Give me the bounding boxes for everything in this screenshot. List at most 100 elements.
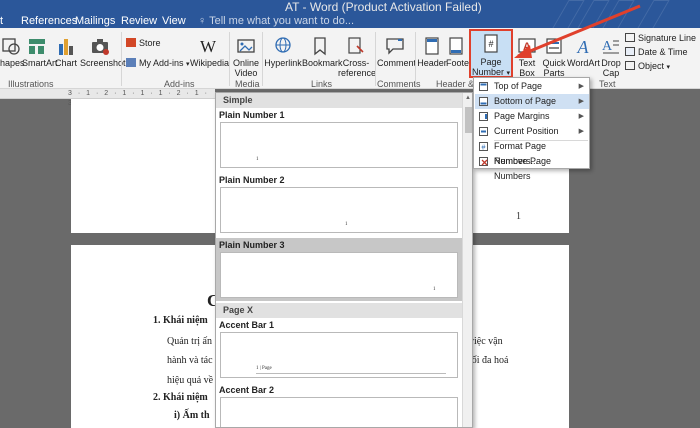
text-box-icon: A	[518, 38, 536, 53]
remove-page-numbers-icon	[479, 157, 488, 166]
signature-line-button[interactable]: Signature Line	[625, 33, 696, 44]
signature-line-label: Signature Line	[638, 33, 697, 43]
quick-parts-label-line1: Quick	[542, 58, 566, 68]
tell-me-box[interactable]: ♀ Tell me what you want to do...	[198, 15, 354, 28]
footer-button[interactable]: Foote	[446, 36, 470, 68]
comment-label: Comment	[377, 58, 417, 68]
store-label: Store	[139, 38, 161, 48]
tab-view[interactable]: View	[162, 15, 186, 28]
bottom-of-page-icon	[479, 97, 488, 106]
smartart-icon	[29, 39, 45, 54]
wordart-button[interactable]: A WordArt	[567, 36, 600, 68]
screenshot-button[interactable]: Screenshot	[80, 36, 126, 68]
gallery-section-header: Page X	[216, 303, 462, 318]
tab-mailings[interactable]: Mailings	[75, 15, 115, 28]
menu-item-page-margins[interactable]: Page Margins ▶	[475, 109, 589, 124]
hyperlink-label: Hyperlink	[264, 58, 302, 68]
menu-item-top-of-page[interactable]: Top of Page ▶	[475, 79, 589, 94]
online-video-icon	[237, 39, 255, 53]
camera-icon	[92, 39, 109, 55]
drop-cap-icon: A	[602, 39, 619, 54]
group-label-comments: Comments	[377, 79, 421, 89]
gallery-item-label: Plain Number 3	[219, 240, 285, 250]
submenu-arrow-icon: ▶	[578, 113, 584, 120]
gallery-scrollbar[interactable]: ▲	[462, 93, 472, 427]
top-of-page-icon	[479, 82, 488, 91]
header-button[interactable]: Header	[417, 36, 447, 68]
text-box-button[interactable]: A Text Box	[514, 36, 540, 78]
menu-item-label: Bottom of Page	[494, 96, 557, 106]
quick-parts-icon	[546, 38, 562, 54]
scrollbar-thumb[interactable]	[465, 107, 472, 133]
globe-link-icon	[275, 37, 291, 53]
date-time-button[interactable]: Date & Time	[625, 47, 688, 58]
tab-layout[interactable]: t	[0, 15, 3, 28]
footer-icon	[449, 37, 463, 55]
svg-text:W: W	[200, 37, 217, 56]
gallery-item-accent-bar-2[interactable]: Accent Bar 2	[216, 383, 462, 427]
object-button[interactable]: Object ▾	[625, 61, 670, 73]
wikipedia-button[interactable]: W Wikipedia	[190, 36, 230, 68]
shapes-icon	[2, 38, 20, 55]
doc-line-right: tối đa hoá	[469, 355, 509, 366]
bookmark-button[interactable]: Bookmark	[302, 36, 343, 68]
group-separator	[375, 32, 376, 86]
tell-me-placeholder: Tell me what you want to do...	[209, 15, 355, 27]
menu-item-current-position[interactable]: Current Position ▶	[475, 124, 589, 139]
lightbulb-icon: ♀	[198, 15, 207, 27]
gallery-item-thumbnail: 1 | Page	[220, 332, 458, 378]
gallery-item-label: Accent Bar 1	[219, 320, 275, 330]
header-label: Header	[417, 58, 447, 68]
wikipedia-label: Wikipedia	[190, 58, 230, 68]
doc-line: Quản trị ấn	[167, 336, 212, 347]
smartart-button[interactable]: SmartArt	[22, 36, 58, 68]
cross-reference-icon	[348, 37, 364, 54]
gallery-item-plain-number-2[interactable]: Plain Number 2 1	[216, 173, 462, 236]
hyperlink-button[interactable]: Hyperlink	[264, 36, 302, 68]
menu-item-bottom-of-page[interactable]: Bottom of Page ▶	[475, 94, 589, 109]
page-number-button[interactable]: # Page Number ▾	[471, 33, 511, 79]
doc-line: hiệu quả về	[167, 375, 214, 386]
page-number-menu: Top of Page ▶ Bottom of Page ▶ Page Marg…	[473, 77, 590, 181]
online-video-button[interactable]: Online Video	[231, 36, 261, 78]
gallery-item-accent-bar-1[interactable]: Accent Bar 1 1 | Page	[216, 318, 462, 381]
my-addins-icon	[126, 58, 136, 67]
tab-review[interactable]: Review	[121, 15, 157, 28]
chart-button[interactable]: Chart	[54, 36, 78, 68]
submenu-arrow-icon: ▶	[578, 98, 584, 105]
store-button[interactable]: Store	[126, 38, 161, 49]
thumbnail-page-number: 1	[345, 222, 348, 227]
tab-references[interactable]: References	[21, 15, 77, 28]
thumbnail-page-number: 1 | Page	[256, 366, 272, 371]
comment-button[interactable]: Comment	[377, 36, 417, 68]
footer-label: Foote	[446, 58, 470, 68]
menu-item-label: Current Position	[494, 126, 559, 136]
doc-line: i) Ấm th	[174, 410, 210, 421]
page-number-icon: #	[484, 34, 498, 53]
page-number-gallery: Simple Plain Number 1 1 Plain Number 2 1…	[215, 92, 473, 428]
gallery-item-plain-number-3[interactable]: Plain Number 3 1	[216, 238, 462, 301]
group-label-media: Media	[235, 79, 260, 89]
current-position-icon	[479, 127, 488, 136]
svg-text:#: #	[482, 145, 486, 152]
shapes-button[interactable]: hapes	[0, 36, 25, 68]
comment-icon	[386, 38, 404, 55]
drop-cap-button[interactable]: A Drop Cap	[599, 36, 623, 78]
menu-item-label: Page Margins	[494, 111, 550, 121]
svg-text:#: #	[488, 39, 493, 49]
quick-parts-button[interactable]: Quick Parts	[540, 36, 568, 78]
scroll-up-arrow-icon[interactable]: ▲	[465, 95, 471, 101]
menu-item-format-page-numbers[interactable]: # Format Page Numbers...	[475, 139, 589, 166]
group-separator	[415, 32, 416, 86]
drop-cap-label-line1: Drop	[601, 58, 621, 68]
menu-item-remove-page-numbers[interactable]: Remove Page Numbers	[475, 154, 589, 181]
title-decoration	[636, 0, 670, 30]
gallery-item-label: Plain Number 2	[219, 175, 285, 185]
my-addins-button[interactable]: My Add-ins ▾	[126, 58, 190, 70]
doc-line: 2. Khái niệm	[153, 392, 208, 403]
cross-reference-button[interactable]: Cross- reference	[338, 36, 376, 78]
my-addins-label: My Add-ins	[139, 58, 184, 68]
gallery-item-thumbnail: 1	[220, 187, 458, 233]
svg-text:A: A	[523, 41, 531, 53]
gallery-item-plain-number-1[interactable]: Plain Number 1 1	[216, 108, 462, 171]
